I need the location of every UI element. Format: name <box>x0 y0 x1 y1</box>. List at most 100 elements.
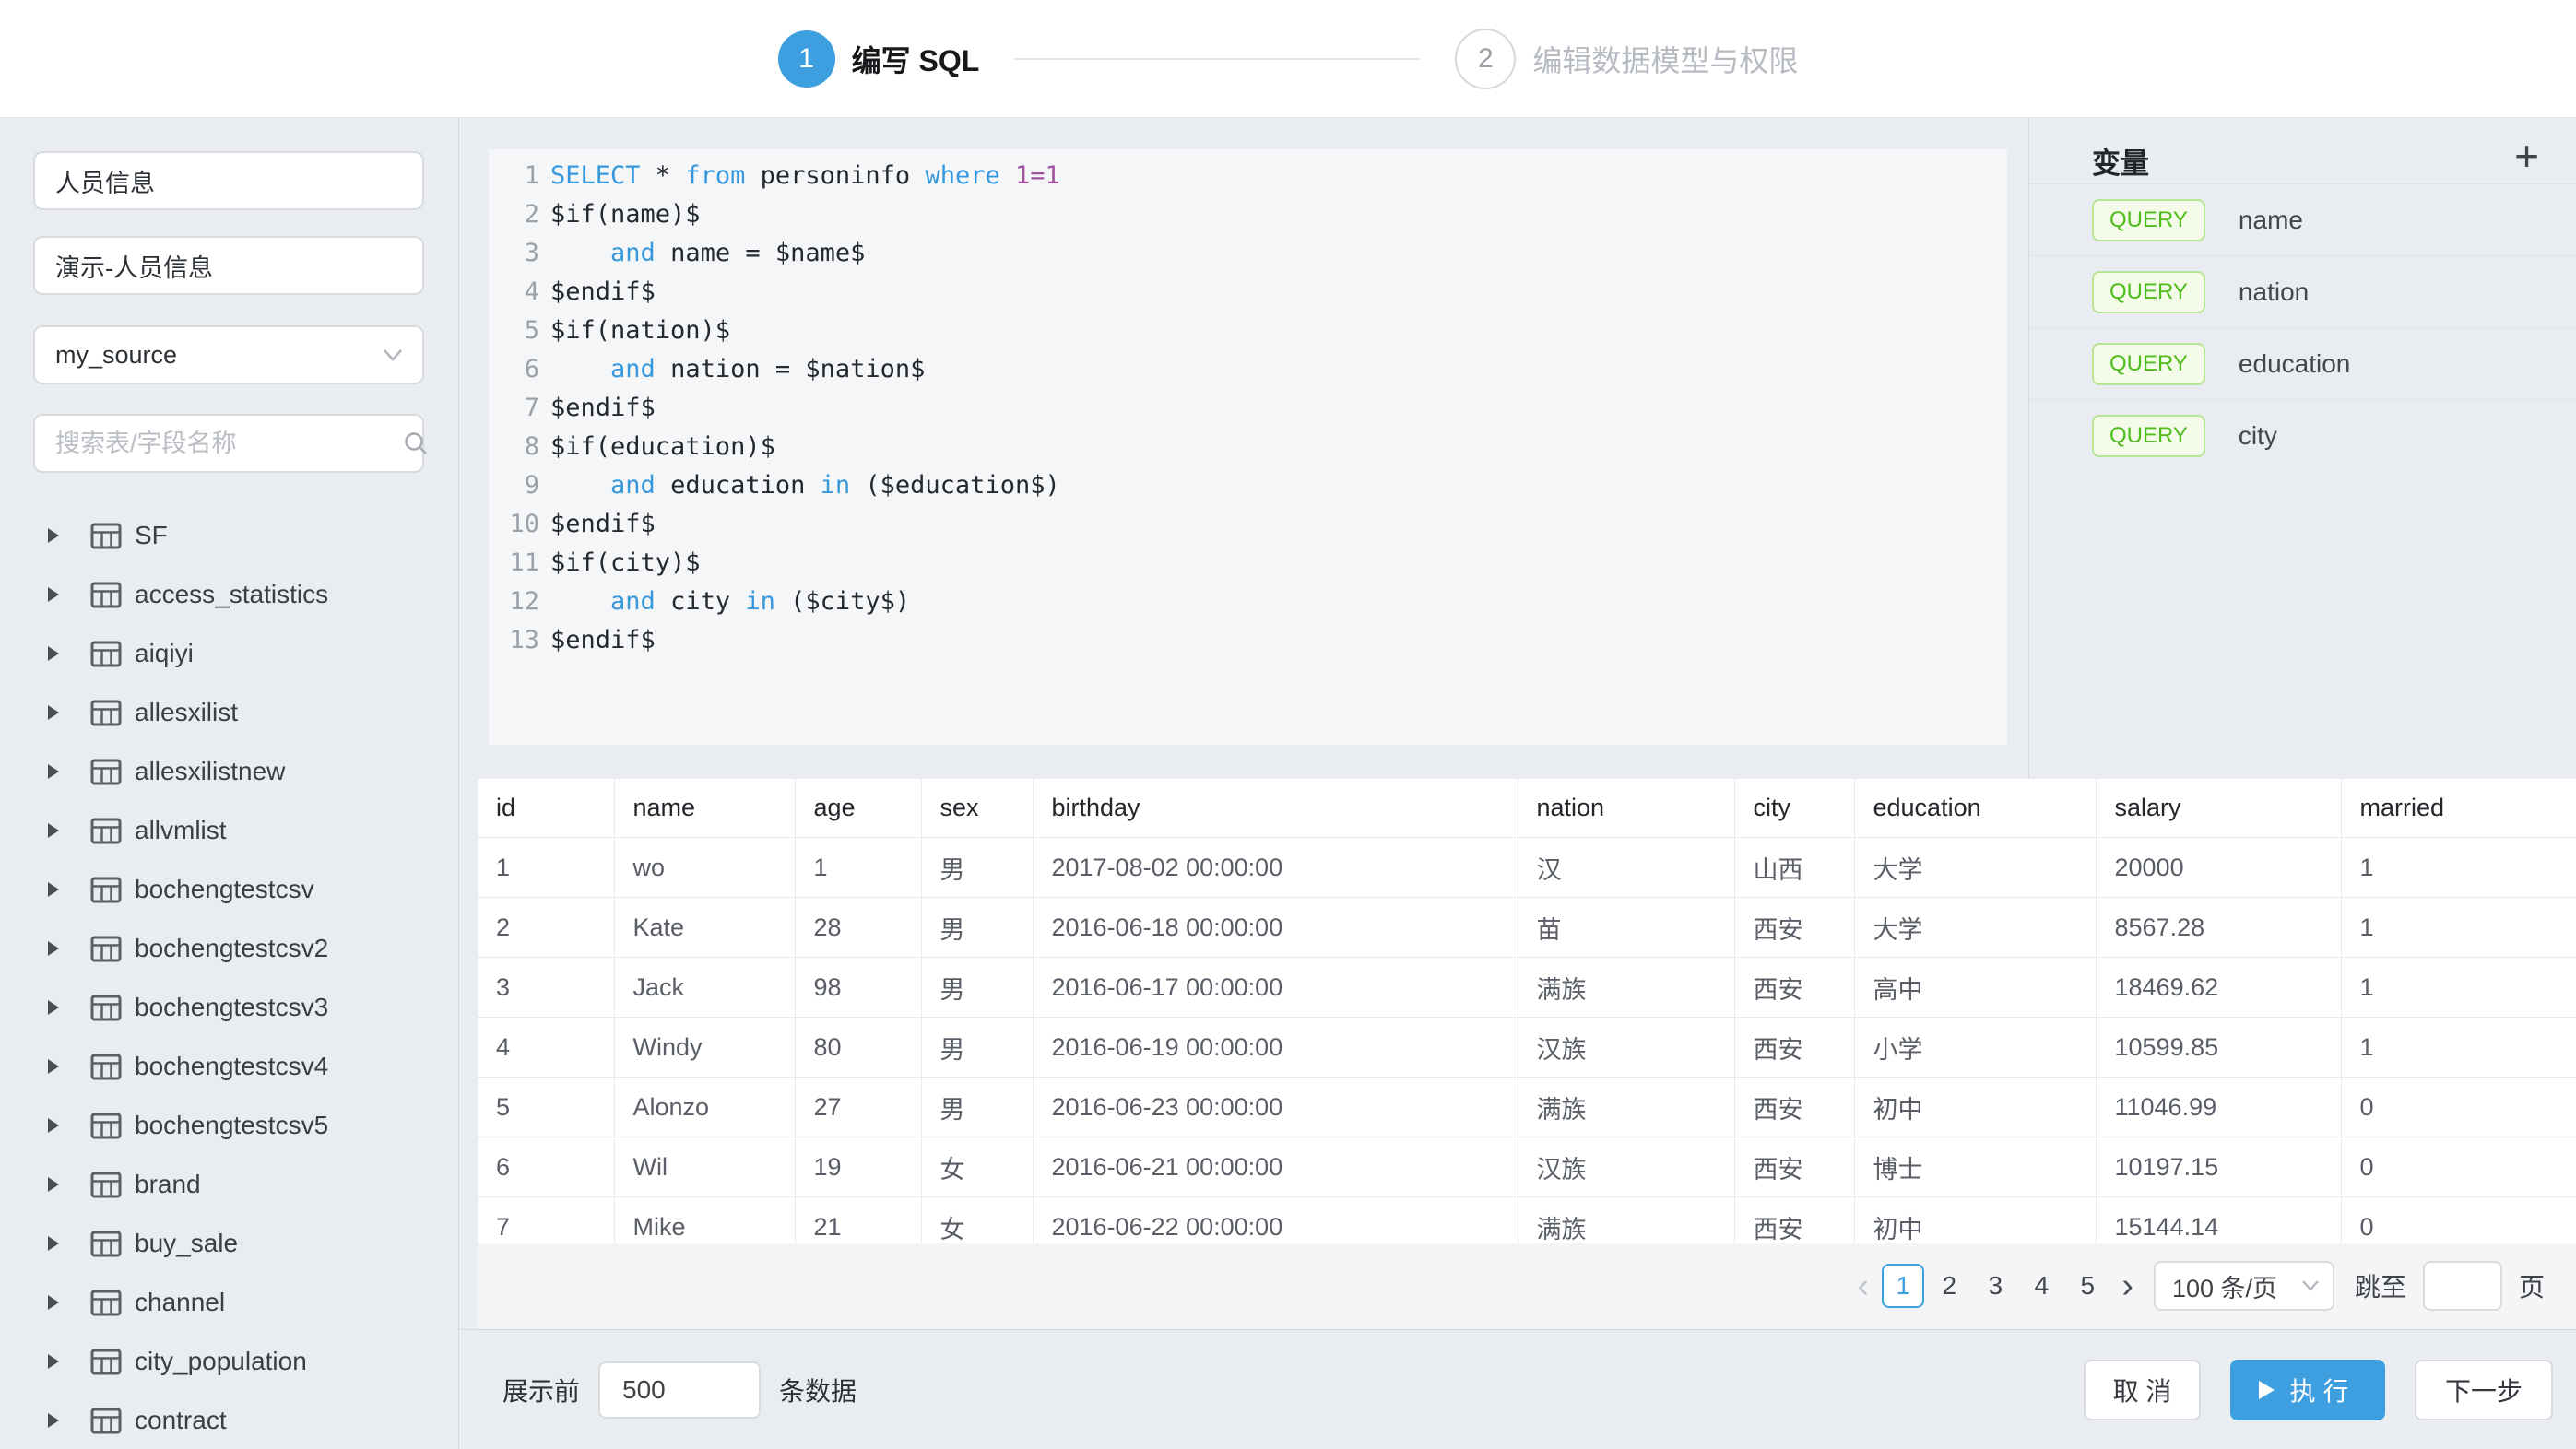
tree-item-label: allvmlist <box>135 816 227 845</box>
tree-item-bochengtestcsv3[interactable]: bochengtestcsv3 <box>0 978 457 1037</box>
tree-item-contract[interactable]: contract <box>0 1391 457 1449</box>
caret-right-icon[interactable] <box>48 705 59 720</box>
line-number: 1 <box>489 157 539 195</box>
caret-right-icon[interactable] <box>48 1059 59 1074</box>
table-icon <box>90 1054 122 1080</box>
table-icon <box>90 523 122 549</box>
table-cell: 1 <box>2341 838 2576 898</box>
table-icon <box>90 759 122 785</box>
table-cell: 0 <box>2341 1137 2576 1197</box>
table-search-input[interactable] <box>35 417 402 470</box>
results-section: idnameagesexbirthdaynationcityeducations… <box>478 779 2576 1329</box>
tree-item-aiqiyi[interactable]: aiqiyi <box>0 624 457 683</box>
tree-item-allesxilist[interactable]: allesxilist <box>0 683 457 742</box>
tree-item-city_population[interactable]: city_population <box>0 1332 457 1391</box>
table-cell: 0 <box>2341 1197 2576 1244</box>
caret-right-icon[interactable] <box>48 1413 59 1428</box>
jump-page-input[interactable] <box>2423 1261 2502 1311</box>
table-row: 5Alonzo27男2016-06-23 00:00:00满族西安初中11046… <box>478 1078 2576 1137</box>
tree-item-bochengtestcsv5[interactable]: bochengtestcsv5 <box>0 1096 457 1155</box>
tree-item-bochengtestcsv[interactable]: bochengtestcsv <box>0 860 457 919</box>
app-root: 1 编写 SQL 2 编辑数据模型与权限 my_source SFaccess_ <box>0 0 2576 1449</box>
line-number: 5 <box>489 312 539 350</box>
tree-item-channel[interactable]: channel <box>0 1273 457 1332</box>
variable-row-city[interactable]: QUERYcity <box>2029 399 2576 471</box>
code-text: $if(nation)$ <box>550 312 730 350</box>
caret-right-icon[interactable] <box>48 1354 59 1369</box>
table-cell: 0 <box>2341 1078 2576 1137</box>
variables-panel-title: 变量 <box>2092 140 2149 182</box>
table-cell: 1 <box>2341 958 2576 1018</box>
tree-item-SF[interactable]: SF <box>0 506 457 565</box>
add-variable-icon[interactable]: + <box>2514 135 2539 177</box>
caret-right-icon[interactable] <box>48 587 59 602</box>
caret-right-icon[interactable] <box>48 1177 59 1192</box>
execute-button[interactable]: 执行 <box>2230 1360 2385 1420</box>
column-header-salary: salary <box>2096 779 2341 838</box>
table-icon <box>90 1172 122 1198</box>
code-line-4: 4$endif$ <box>489 273 2007 312</box>
caret-right-icon[interactable] <box>48 1295 59 1310</box>
variable-row-education[interactable]: QUERYeducation <box>2029 327 2576 399</box>
table-cell: 满族 <box>1518 1197 1734 1244</box>
tree-item-brand[interactable]: brand <box>0 1155 457 1214</box>
code-line-1: 1SELECT * from personinfo where 1=1 <box>489 157 2007 195</box>
table-row: 4Windy80男2016-06-19 00:00:00汉族西安小学10599.… <box>478 1018 2576 1078</box>
pagination-next-icon[interactable]: › <box>2116 1266 2139 1306</box>
sql-editor[interactable]: 1SELECT * from personinfo where 1=12 $if(… <box>489 149 2007 745</box>
page-size-select[interactable]: 100 条/页 <box>2154 1261 2334 1311</box>
caret-right-icon[interactable] <box>48 1118 59 1133</box>
caret-right-icon[interactable] <box>48 882 59 897</box>
caret-right-icon[interactable] <box>48 1000 59 1015</box>
caret-right-icon[interactable] <box>48 528 59 543</box>
code-text: and education in ($education$) <box>550 466 1060 505</box>
line-number: 11 <box>489 544 539 583</box>
table-cell: 初中 <box>1854 1197 2096 1244</box>
code-text: $endif$ <box>550 621 656 660</box>
column-header-nation: nation <box>1518 779 1734 838</box>
table-icon <box>90 641 122 667</box>
table-cell: 满族 <box>1518 958 1734 1018</box>
pagination-page-5[interactable]: 5 <box>2066 1264 2109 1308</box>
row-limit-input[interactable] <box>598 1361 761 1419</box>
table-cell: 大学 <box>1854 898 2096 958</box>
caret-right-icon[interactable] <box>48 941 59 956</box>
next-step-button[interactable]: 下一步 <box>2415 1360 2553 1420</box>
table-cell: 27 <box>795 1078 921 1137</box>
table-cell: 小学 <box>1854 1018 2096 1078</box>
table-cell: 女 <box>921 1197 1033 1244</box>
variable-row-nation[interactable]: QUERYnation <box>2029 255 2576 327</box>
tree-item-buy_sale[interactable]: buy_sale <box>0 1214 457 1273</box>
caret-right-icon[interactable] <box>48 823 59 838</box>
tree-item-bochengtestcsv4[interactable]: bochengtestcsv4 <box>0 1037 457 1096</box>
column-header-sex: sex <box>921 779 1033 838</box>
variable-row-name[interactable]: QUERYname <box>2029 183 2576 255</box>
pagination-page-2[interactable]: 2 <box>1928 1264 1970 1308</box>
line-number: 2 <box>489 195 539 234</box>
variables-panel: 变量 + QUERYnameQUERYnationQUERYeducationQ… <box>2028 118 2576 779</box>
tree-item-access_statistics[interactable]: access_statistics <box>0 565 457 624</box>
pagination-page-3[interactable]: 3 <box>1974 1264 2016 1308</box>
tree-item-bochengtestcsv2[interactable]: bochengtestcsv2 <box>0 919 457 978</box>
pagination-page-4[interactable]: 4 <box>2020 1264 2062 1308</box>
caret-right-icon[interactable] <box>48 646 59 661</box>
caret-right-icon[interactable] <box>48 1236 59 1251</box>
dataset-name-input[interactable] <box>33 151 424 210</box>
tree-item-allesxilistnew[interactable]: allesxilistnew <box>0 742 457 801</box>
dataset-display-name-input[interactable] <box>33 236 424 295</box>
table-cell: 6 <box>478 1137 614 1197</box>
caret-right-icon[interactable] <box>48 764 59 779</box>
tree-item-allvmlist[interactable]: allvmlist <box>0 801 457 860</box>
datasource-select[interactable]: my_source <box>33 325 424 384</box>
pagination-prev-icon[interactable]: ‹ <box>1852 1266 1875 1306</box>
execute-button-label: 执行 <box>2289 1372 2356 1408</box>
line-number: 8 <box>489 428 539 466</box>
table-cell: 满族 <box>1518 1078 1734 1137</box>
cancel-button[interactable]: 取 消 <box>2084 1360 2201 1420</box>
step-1-label: 编写 SQL <box>852 38 980 80</box>
table-cell: 20000 <box>2096 838 2341 898</box>
code-line-11: 11$if(city)$ <box>489 544 2007 583</box>
table-cell: 4 <box>478 1018 614 1078</box>
line-number: 6 <box>489 350 539 389</box>
pagination-page-1[interactable]: 1 <box>1882 1264 1924 1308</box>
